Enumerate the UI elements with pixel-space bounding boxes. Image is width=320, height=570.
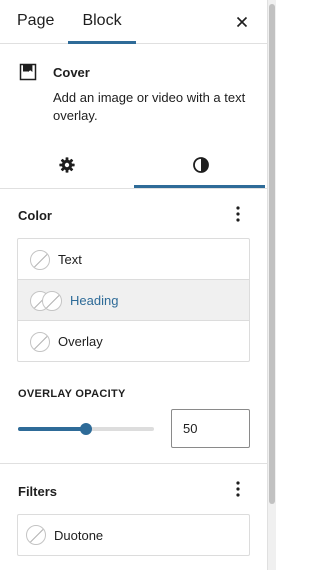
slider-fill <box>18 427 86 431</box>
color-options-button[interactable] <box>228 202 248 226</box>
overlay-opacity-input[interactable] <box>171 409 250 448</box>
inspector-tabs <box>0 141 268 189</box>
close-icon <box>236 16 248 28</box>
color-item-overlay[interactable]: Overlay <box>18 321 249 361</box>
filter-item-label: Duotone <box>54 528 104 543</box>
color-section-title: Color <box>18 208 52 223</box>
overlay-opacity-slider[interactable] <box>18 423 154 435</box>
color-swatch <box>30 250 50 270</box>
block-description: Add an image or video with a text overla… <box>53 90 246 123</box>
filters-options-button[interactable] <box>228 477 248 501</box>
contrast-icon <box>193 157 209 173</box>
active-tab-indicator <box>68 41 136 44</box>
scrollbar[interactable] <box>268 0 276 570</box>
color-item-label: Text <box>58 252 82 267</box>
tab-block[interactable]: Block <box>68 0 136 44</box>
scrollbar-thumb[interactable] <box>269 4 275 504</box>
slider-thumb[interactable] <box>80 423 92 435</box>
color-item-label: Overlay <box>58 334 103 349</box>
filter-item-duotone[interactable]: Duotone <box>17 514 250 556</box>
active-subtab-indicator <box>134 185 265 188</box>
block-inspector-panel: Page Block Cover Add an image or video w… <box>0 0 268 570</box>
cover-icon <box>19 63 37 81</box>
color-item-label: Heading <box>70 293 119 308</box>
sidebar-header: Page Block <box>0 0 268 44</box>
more-vertical-icon <box>236 481 240 497</box>
color-list: Text Heading Overlay <box>17 238 250 362</box>
color-item-heading[interactable]: Heading <box>18 280 249 321</box>
tab-page[interactable]: Page <box>17 0 54 44</box>
tab-styles[interactable] <box>134 141 268 189</box>
color-swatch <box>42 291 62 311</box>
close-button[interactable] <box>230 10 254 34</box>
filters-section-title: Filters <box>18 484 58 499</box>
duotone-swatch <box>26 525 46 545</box>
color-item-text[interactable]: Text <box>18 239 249 280</box>
overlay-opacity-label: OVERLAY OPACITY <box>18 388 126 400</box>
color-swatch <box>30 332 50 352</box>
tab-settings[interactable] <box>0 141 134 189</box>
section-divider <box>0 463 268 464</box>
block-title: Cover <box>53 65 90 80</box>
gear-icon <box>59 157 75 173</box>
more-vertical-icon <box>236 206 240 222</box>
